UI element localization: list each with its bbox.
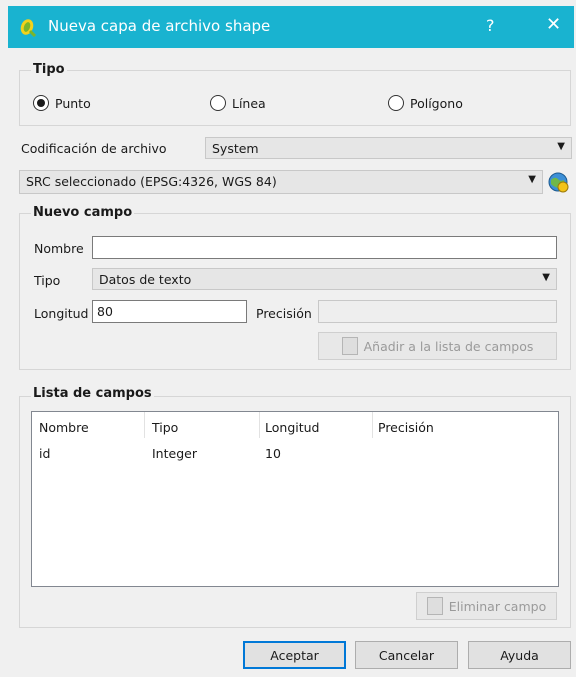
longitud-input[interactable]: 80 xyxy=(92,300,247,323)
radio-linea-label: Línea xyxy=(232,95,266,111)
title-bar: Nueva capa de archivo shape ? ✕ xyxy=(8,6,574,48)
add-field-label: Añadir a la lista de campos xyxy=(363,338,534,354)
radio-unchecked-icon xyxy=(210,95,226,111)
longitud-label: Longitud xyxy=(34,306,89,321)
table-row[interactable]: id Integer 10 xyxy=(32,442,556,464)
chevron-down-icon: ▼ xyxy=(542,272,550,283)
remove-field-button[interactable]: Eliminar campo xyxy=(416,592,557,620)
help-button[interactable]: Ayuda xyxy=(468,641,571,669)
crs-select[interactable]: SRC seleccionado (EPSG:4326, WGS 84) ▼ xyxy=(19,170,543,194)
crs-value: SRC seleccionado (EPSG:4326, WGS 84) xyxy=(26,174,277,189)
encoding-select[interactable]: System ▼ xyxy=(205,137,572,159)
column-divider xyxy=(144,412,145,438)
cancel-button[interactable]: Cancelar xyxy=(355,641,458,669)
radio-checked-icon xyxy=(33,95,49,111)
col-header-nombre[interactable]: Nombre xyxy=(39,420,89,435)
column-divider xyxy=(259,412,260,438)
cell-tipo: Integer xyxy=(152,446,197,461)
column-divider xyxy=(372,412,373,438)
nombre-label: Nombre xyxy=(34,241,84,256)
encoding-label: Codificación de archivo xyxy=(21,141,167,156)
accept-button[interactable]: Aceptar xyxy=(243,641,346,669)
dialog-window: Nueva capa de archivo shape ? ✕ Tipo Pun… xyxy=(0,0,576,677)
tipo-select[interactable]: Datos de texto ▼ xyxy=(92,268,557,290)
lista-campos-title: Lista de campos xyxy=(31,386,154,401)
chevron-down-icon: ▼ xyxy=(557,141,565,152)
precision-input[interactable] xyxy=(318,300,557,323)
radio-poligono[interactable]: Polígono xyxy=(388,95,463,111)
radio-unchecked-icon xyxy=(388,95,404,111)
tipo-value: Datos de texto xyxy=(99,272,192,287)
fields-table[interactable]: Nombre Tipo Longitud Precisión id Intege… xyxy=(31,411,559,587)
remove-field-icon xyxy=(426,597,443,615)
nuevo-campo-title: Nuevo campo xyxy=(31,205,135,220)
close-icon[interactable]: ✕ xyxy=(546,14,561,35)
encoding-value: System xyxy=(212,141,259,156)
radio-linea[interactable]: Línea xyxy=(210,95,266,111)
add-field-icon xyxy=(341,337,358,355)
window-title: Nueva capa de archivo shape xyxy=(48,17,271,35)
radio-punto-label: Punto xyxy=(55,95,91,111)
add-field-button[interactable]: Añadir a la lista de campos xyxy=(318,332,557,360)
col-header-precision[interactable]: Precisión xyxy=(378,420,434,435)
precision-label: Precisión xyxy=(256,306,312,321)
radio-poligono-label: Polígono xyxy=(410,95,463,111)
chevron-down-icon: ▼ xyxy=(528,174,536,185)
tipo-group xyxy=(19,70,571,126)
nombre-input[interactable] xyxy=(92,236,557,259)
radio-punto[interactable]: Punto xyxy=(33,95,91,111)
cell-nombre: id xyxy=(39,446,51,461)
help-title-button[interactable]: ? xyxy=(486,16,495,35)
remove-field-label: Eliminar campo xyxy=(448,598,547,614)
col-header-longitud[interactable]: Longitud xyxy=(265,420,319,435)
col-header-tipo[interactable]: Tipo xyxy=(152,420,178,435)
cell-longitud: 10 xyxy=(265,446,281,461)
qgis-logo-icon xyxy=(20,19,37,37)
crs-globe-icon[interactable] xyxy=(546,170,570,194)
tipo-label: Tipo xyxy=(34,273,61,288)
tipo-group-title: Tipo xyxy=(31,62,67,77)
